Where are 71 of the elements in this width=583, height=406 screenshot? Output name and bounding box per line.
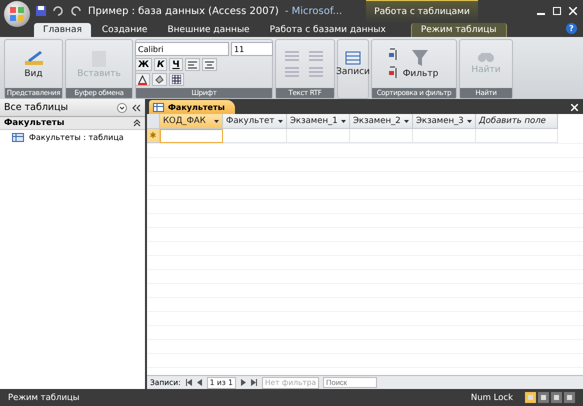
align-icon <box>204 60 214 68</box>
dropdown-arrow-icon <box>214 120 219 122</box>
sort-icon[interactable] <box>388 47 398 81</box>
close-icon[interactable] <box>571 104 578 111</box>
paint-bucket-icon <box>155 74 164 84</box>
collapse-icon[interactable] <box>132 104 141 112</box>
maximize-icon[interactable] <box>553 7 561 15</box>
funnel-icon <box>411 49 430 67</box>
next-record-icon[interactable] <box>240 379 247 386</box>
prev-record-icon[interactable] <box>196 379 203 386</box>
table-cell[interactable] <box>160 129 223 143</box>
table-icon <box>153 102 164 112</box>
dropdown-arrow-icon <box>341 120 346 122</box>
align-left-button[interactable] <box>184 58 200 71</box>
first-record-icon[interactable] <box>184 379 192 386</box>
nav-item-label: Факультеты : таблица <box>29 133 124 142</box>
view-switch-icon[interactable] <box>551 392 562 403</box>
filter-button[interactable]: Фильтр <box>400 49 440 79</box>
font-size-field[interactable]: 11 <box>231 42 273 56</box>
font-color-button[interactable] <box>135 73 150 86</box>
ribbon-tab[interactable]: Режим таблицы <box>410 23 507 37</box>
ribbon-tab[interactable]: Работа с базами данных <box>260 23 395 37</box>
nav-item[interactable]: Факультеты : таблица <box>0 130 145 145</box>
save-icon[interactable] <box>36 6 46 16</box>
column-header[interactable]: Экзамен_1 <box>287 114 350 129</box>
column-header[interactable]: Экзамен_3 <box>413 114 476 129</box>
column-header[interactable]: Экзамен_2 <box>350 114 413 129</box>
chevron-icon[interactable] <box>133 119 141 127</box>
dropdown-arrow-icon <box>404 120 409 122</box>
grid-icon <box>172 75 181 84</box>
align-icon <box>188 60 197 68</box>
ribbon-tab[interactable]: Создание <box>92 23 156 37</box>
redo-icon[interactable] <box>70 6 82 16</box>
column-header[interactable]: Добавить поле <box>476 114 558 129</box>
fill-color-button[interactable] <box>152 73 167 86</box>
ribbon-tab[interactable]: Внешние данные <box>158 23 259 37</box>
pencil-ruler-icon <box>22 49 44 67</box>
ribbon-tab[interactable]: Главная <box>34 23 91 37</box>
view-switch-icon[interactable] <box>525 392 536 403</box>
font-style-button[interactable]: К <box>154 58 168 71</box>
view-switch-icon[interactable] <box>538 392 549 403</box>
column-header[interactable]: КОД_ФАК <box>160 114 223 129</box>
status-text: Режим таблицы <box>8 392 80 402</box>
gridlines-button[interactable] <box>169 73 184 86</box>
new-row-marker: ✱ <box>147 129 160 143</box>
dropdown-arrow-icon <box>278 120 283 122</box>
app-name: - Microsof... <box>284 6 342 16</box>
num-lock-indicator: Num Lock <box>470 392 513 402</box>
context-tab-title: Работа с таблицами <box>366 0 478 23</box>
office-button[interactable] <box>4 1 30 27</box>
view-button[interactable]: Вид <box>20 49 46 79</box>
font-color-icon <box>138 74 147 84</box>
office-logo-icon <box>10 7 24 21</box>
align-center-button[interactable] <box>202 58 217 71</box>
undo-icon[interactable] <box>52 6 64 16</box>
help-button[interactable]: ? <box>566 23 577 34</box>
binoculars-icon <box>476 53 495 63</box>
dropdown-arrow-icon <box>467 120 472 122</box>
last-record-icon[interactable] <box>250 379 258 386</box>
records-button[interactable]: Записи <box>334 51 372 77</box>
window-title: Пример : база данных (Access 2007) <box>88 6 279 16</box>
font-style-button[interactable]: Ж <box>135 58 152 71</box>
column-header[interactable]: Факультет <box>223 114 287 129</box>
view-switch-icon[interactable] <box>564 392 575 403</box>
font-style-button[interactable]: Ч <box>169 58 183 71</box>
font-name-field[interactable]: Calibri <box>135 42 229 56</box>
dropdown-icon[interactable] <box>117 102 127 112</box>
document-tab[interactable]: Факультеты <box>149 100 235 114</box>
table-icon <box>345 51 361 65</box>
table-icon <box>12 133 24 142</box>
close-icon[interactable] <box>569 7 577 15</box>
